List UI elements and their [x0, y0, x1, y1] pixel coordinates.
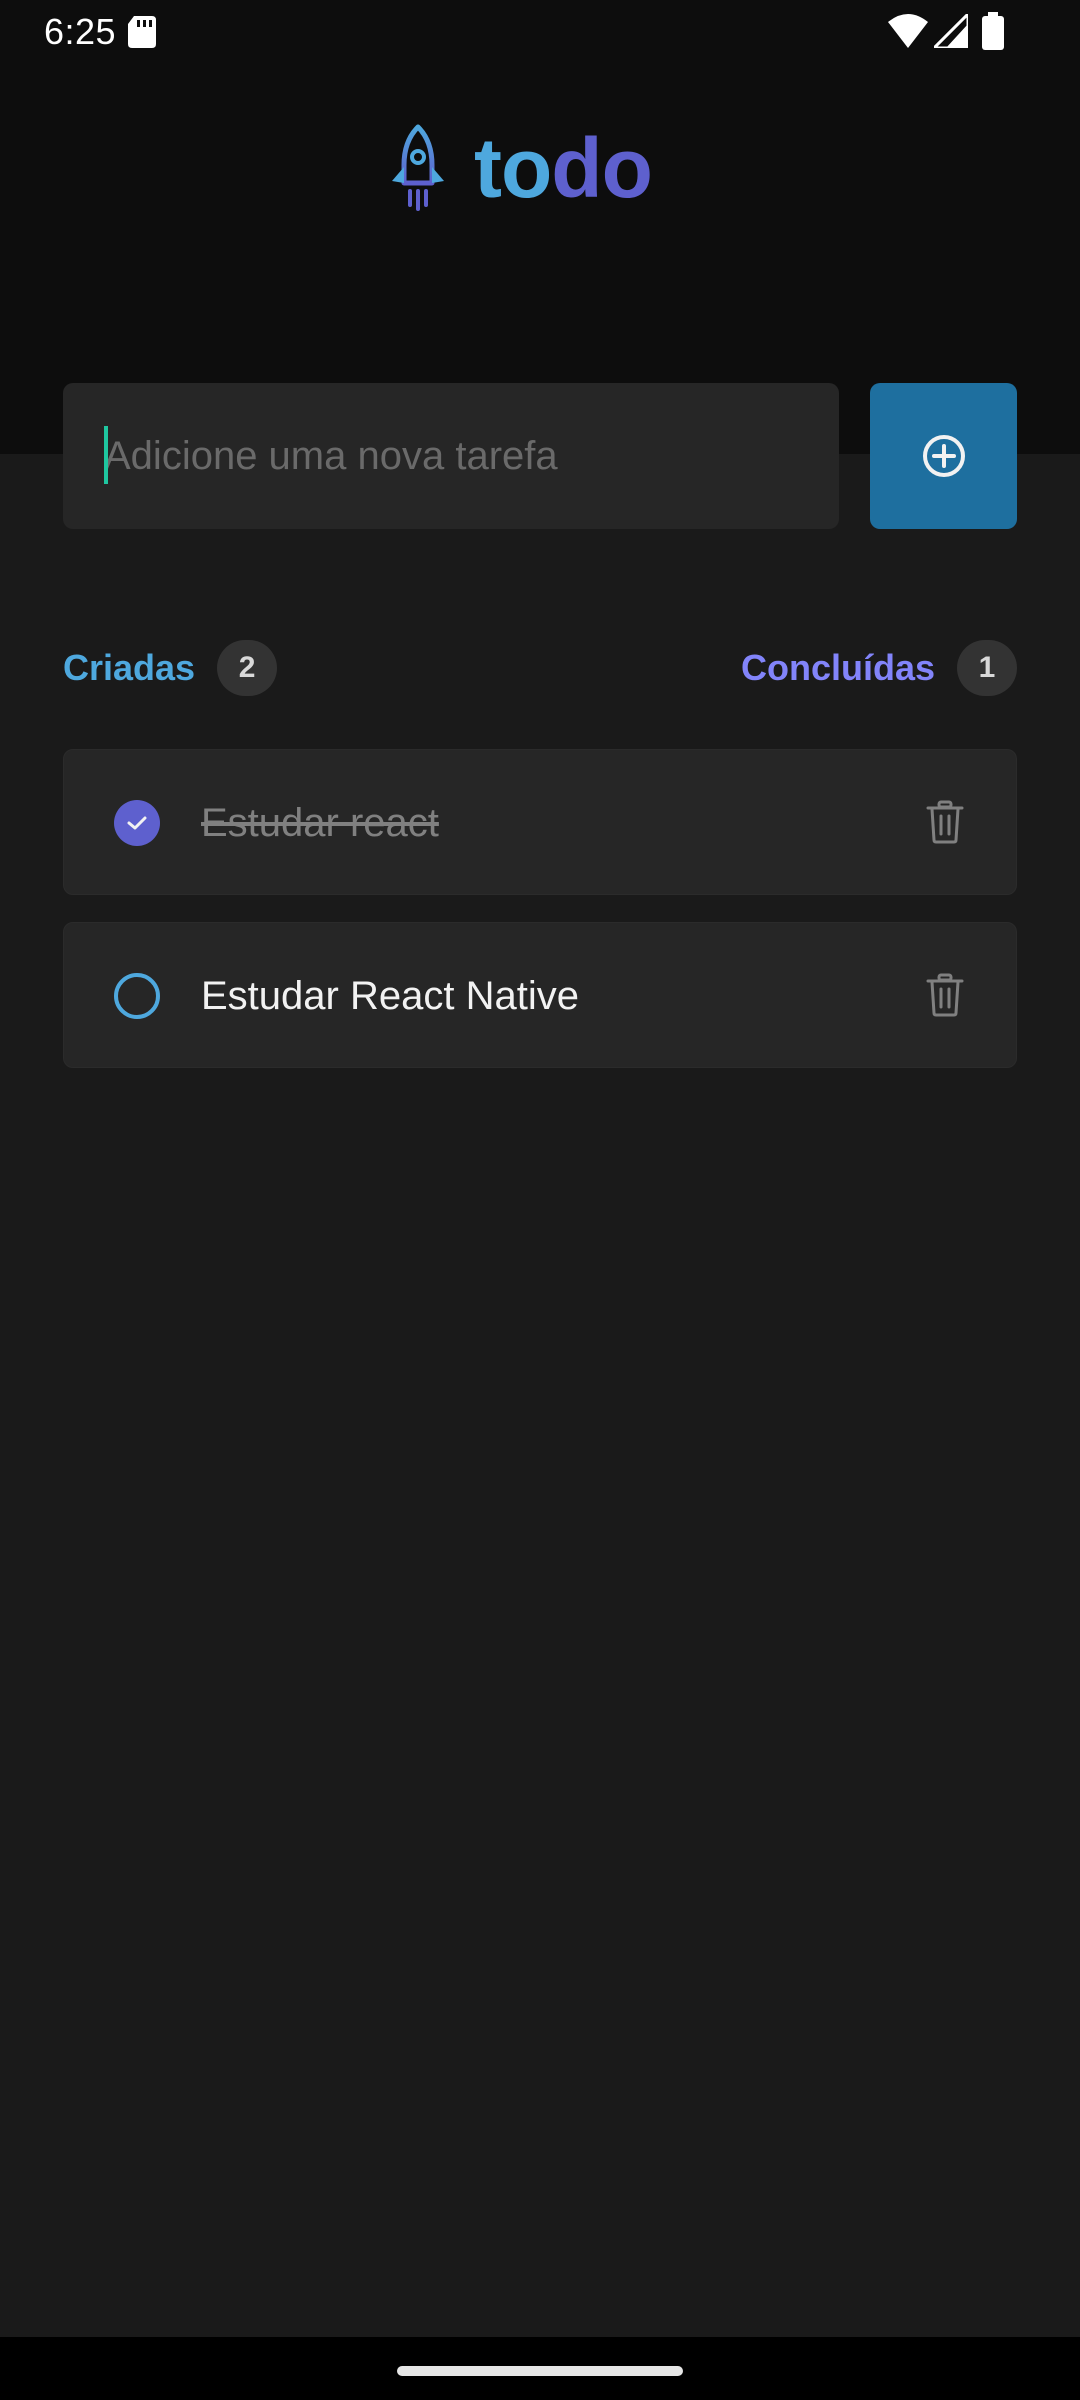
- wifi-icon: [888, 14, 928, 53]
- task-checkbox-checked[interactable]: [114, 800, 160, 846]
- status-time: 6:25: [44, 11, 117, 52]
- app-logo: todo: [388, 118, 653, 218]
- done-count-badge: 1: [957, 640, 1017, 696]
- created-count-badge: 2: [217, 640, 278, 696]
- done-label: Concluídas: [740, 647, 935, 688]
- add-task-button[interactable]: [870, 383, 1017, 529]
- created-label: Criadas: [63, 647, 196, 688]
- battery-icon: [982, 12, 1004, 55]
- created-counter: Criadas 2: [63, 640, 278, 696]
- done-counter: Concluídas 1: [741, 640, 1017, 696]
- signal-icon: [930, 10, 970, 53]
- task-item: Estudar React Native: [63, 922, 1017, 1068]
- logo-text: todo: [474, 118, 653, 218]
- rocket-icon: [392, 124, 444, 211]
- text-caret: [104, 426, 108, 484]
- trash-icon[interactable]: [926, 800, 964, 849]
- task-checkbox-unchecked[interactable]: [114, 973, 160, 1019]
- home-indicator[interactable]: [397, 2366, 683, 2376]
- new-task-input[interactable]: [63, 383, 839, 529]
- logo-text-to: to: [474, 121, 552, 215]
- plus-circle-icon: [922, 435, 965, 477]
- check-icon: [127, 816, 147, 830]
- status-bar: 6:25: [0, 0, 1080, 64]
- task-text: Estudar react: [201, 800, 439, 845]
- trash-icon[interactable]: [926, 973, 964, 1022]
- navigation-bar: [0, 2337, 1080, 2400]
- task-item: Estudar react: [63, 749, 1017, 895]
- task-text: Estudar React Native: [201, 973, 579, 1018]
- logo-text-do: do: [551, 121, 653, 215]
- sd-card-icon: [128, 16, 156, 53]
